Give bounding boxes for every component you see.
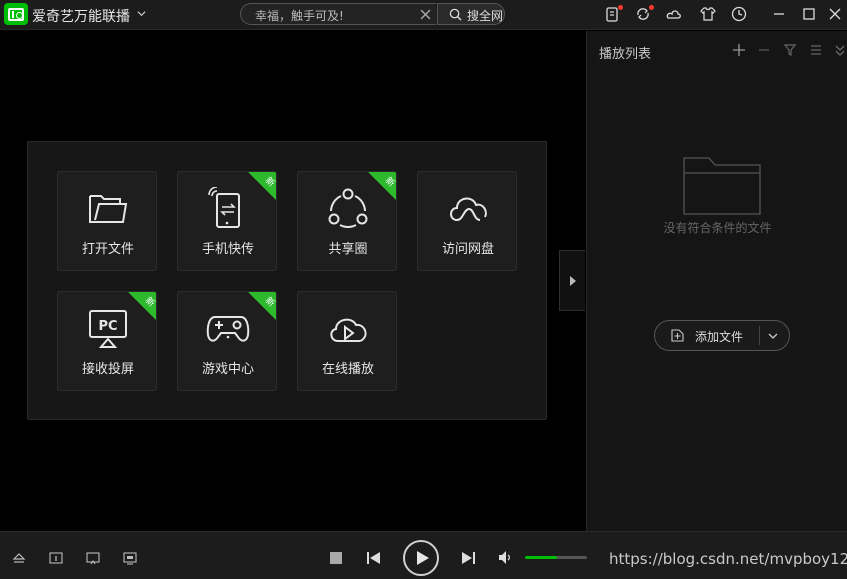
remove-icon[interactable]: [757, 43, 771, 57]
playlist-sidebar: 播放列表 没有符合条件的文件 添加文件: [586, 31, 847, 531]
play-icon: [417, 551, 429, 565]
maximize-icon[interactable]: [800, 5, 818, 23]
tile-phone-transfer[interactable]: 手机快传 新: [177, 171, 277, 271]
add-file-button[interactable]: 添加文件: [654, 320, 790, 351]
play-button[interactable]: [403, 540, 439, 576]
search-input[interactable]: 幸福，触手可及!: [240, 3, 436, 25]
new-badge: 新: [248, 172, 276, 200]
player-controls-bar: https://blog.csdn.net/mvpboy123: [0, 531, 847, 579]
share-circle-icon: [328, 188, 368, 228]
tile-share-circle[interactable]: 共享圈 新: [297, 171, 397, 271]
notification-dot: [649, 5, 654, 10]
tile-label: 在线播放: [321, 362, 374, 377]
app-title[interactable]: 爱奇艺万能联播: [32, 6, 130, 26]
add-file-label: 添加文件: [695, 330, 744, 344]
tile-open-file[interactable]: 打开文件: [57, 171, 157, 271]
empty-folder-icon: [683, 157, 761, 215]
volume-level: [525, 556, 558, 559]
volume-slider[interactable]: [525, 556, 587, 559]
empty-message: 没有符合条件的文件: [663, 221, 772, 235]
playlist-title: 播放列表: [599, 47, 652, 62]
chevron-right-icon: [570, 276, 576, 286]
close-window-icon[interactable]: [826, 5, 844, 23]
stop-button[interactable]: [330, 552, 342, 564]
quick-actions-panel: 打开文件 手机快传 新 共享圈 新 访问网盘 PC 接收投屏 新 游戏中心 新 …: [27, 141, 547, 420]
chevron-down-icon[interactable]: [137, 9, 146, 18]
new-badge: 新: [248, 292, 276, 320]
tile-label: 手机快传: [201, 242, 254, 257]
new-badge: 新: [368, 172, 396, 200]
eject-icon[interactable]: [12, 551, 26, 565]
app-logo-icon: [4, 3, 28, 25]
cloud-icon[interactable]: [665, 5, 683, 23]
tile-game-center[interactable]: 游戏中心 新: [177, 291, 277, 391]
tile-cloud-drive[interactable]: 访问网盘: [417, 171, 517, 271]
tshirt-skin-icon[interactable]: [699, 5, 717, 23]
info-box-icon[interactable]: [49, 551, 63, 565]
sidebar-toggle-button[interactable]: [559, 250, 585, 311]
folder-icon: [89, 195, 128, 223]
volume-icon[interactable]: [498, 550, 513, 565]
tile-label: 打开文件: [81, 242, 134, 257]
chevron-down-icon[interactable]: [767, 330, 779, 342]
minimize-icon[interactable]: [770, 5, 788, 23]
next-icon[interactable]: [461, 551, 476, 565]
search-button-label: 搜全网: [467, 9, 504, 23]
tile-label: 访问网盘: [441, 242, 494, 257]
search-button[interactable]: 搜全网: [437, 3, 505, 25]
pc-cast-icon: PC: [89, 310, 127, 348]
history-clock-icon[interactable]: [730, 5, 748, 23]
cloud-play-icon: [330, 318, 367, 342]
new-badge: 新: [128, 292, 156, 320]
pc-screen-icon[interactable]: [123, 551, 137, 565]
cloud-drive-icon: [450, 197, 487, 221]
tile-label: 共享圈: [328, 242, 368, 257]
screen-cast-icon[interactable]: [86, 551, 100, 565]
tile-receive-cast[interactable]: PC 接收投屏 新: [57, 291, 157, 391]
search-icon: [449, 8, 462, 21]
search-placeholder: 幸福，触手可及!: [255, 9, 344, 23]
tile-label: 接收投屏: [81, 362, 134, 377]
previous-icon[interactable]: [366, 551, 381, 565]
close-icon[interactable]: [420, 9, 431, 20]
phone-transfer-icon: [208, 187, 240, 228]
svg-text:PC: PC: [98, 319, 117, 334]
title-bar: 爱奇艺万能联播 幸福，触手可及! 搜全网: [0, 0, 847, 30]
add-icon[interactable]: [732, 43, 746, 57]
divider: [759, 326, 760, 345]
filter-icon[interactable]: [783, 43, 797, 57]
add-file-icon: [671, 329, 684, 342]
list-icon[interactable]: [809, 43, 823, 57]
watermark-text: https://blog.csdn.net/mvpboy123: [609, 550, 847, 568]
tile-online-play[interactable]: 在线播放: [297, 291, 397, 391]
tile-label: 游戏中心: [201, 362, 254, 377]
notification-dot: [618, 5, 623, 10]
chevron-double-down-icon[interactable]: [835, 43, 845, 57]
